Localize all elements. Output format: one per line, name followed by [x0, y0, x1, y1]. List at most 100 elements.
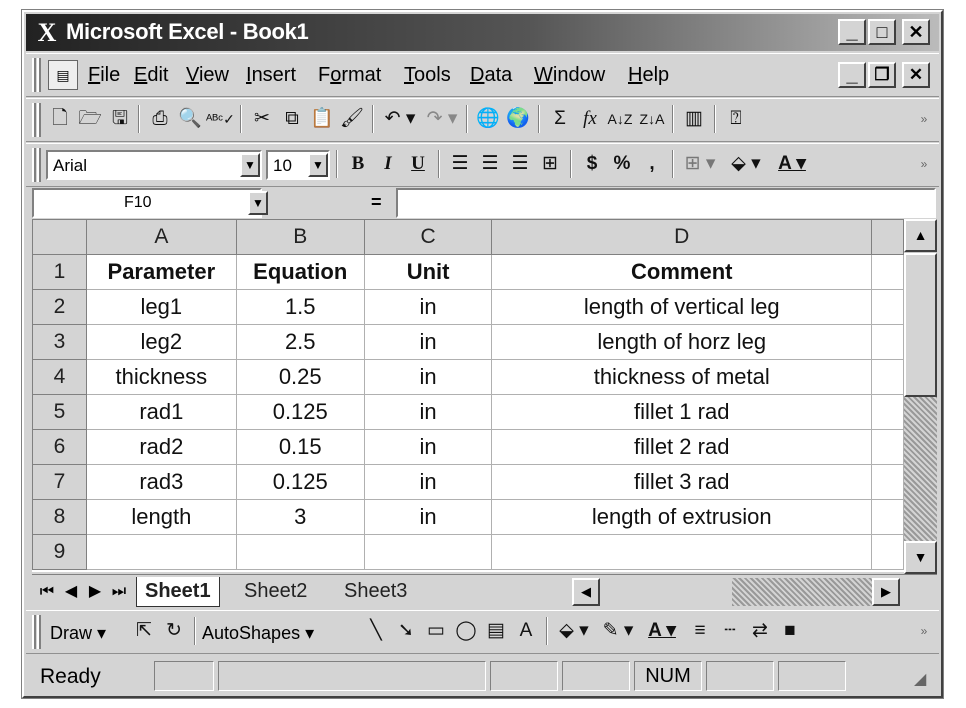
font-name-select[interactable]: Arial	[46, 150, 262, 180]
font-color-icon[interactable]: A ▾	[642, 618, 682, 644]
column-header-b[interactable]: B	[235, 219, 365, 255]
cell-a1[interactable]: Parameter	[85, 254, 237, 290]
dash-style-icon[interactable]: ┄	[716, 618, 744, 644]
cell-d2[interactable]: length of vertical leg	[491, 289, 873, 325]
cell-c3[interactable]: in	[363, 324, 493, 360]
currency-button[interactable]: $	[578, 151, 606, 177]
cell-b3[interactable]: 2.5	[235, 324, 365, 360]
cell-d3[interactable]: length of horz leg	[491, 324, 873, 360]
wordart-icon[interactable]: A	[512, 618, 540, 644]
chart-wizard-icon[interactable]: ▥	[680, 106, 708, 132]
cell-c1[interactable]: Unit	[363, 254, 493, 290]
fill-color-icon[interactable]: ⬙ ▾	[726, 151, 766, 177]
next-sheet-icon[interactable]: ▶	[84, 579, 106, 605]
title-bar[interactable]: X Microsoft Excel - Book1 _ □ ✕	[26, 14, 939, 51]
cell-a9[interactable]	[85, 534, 237, 570]
size-dropdown-arrow[interactable]: ▼	[308, 153, 328, 177]
menu-format[interactable]: Format	[318, 64, 381, 87]
document-icon[interactable]: ▤	[48, 60, 78, 90]
borders-icon[interactable]: ⊞ ▾	[680, 151, 720, 177]
cell-c2[interactable]: in	[363, 289, 493, 325]
toolbar-grip[interactable]	[32, 615, 36, 649]
print-icon[interactable]: ⎙	[146, 106, 174, 132]
rectangle-icon[interactable]: ▭	[422, 618, 450, 644]
font-color-icon[interactable]: A ▾	[772, 151, 812, 177]
resize-grip-icon[interactable]: ◢	[914, 669, 926, 689]
scroll-up-button[interactable]: ▲	[904, 219, 937, 252]
row-header[interactable]: 7	[32, 464, 87, 500]
cell-c7[interactable]: in	[363, 464, 493, 500]
cell-c6[interactable]: in	[363, 429, 493, 465]
select-objects-icon[interactable]: ⇱	[130, 618, 158, 644]
merge-center-icon[interactable]: ⊞	[536, 151, 564, 177]
cell-a2[interactable]: leg1	[85, 289, 237, 325]
cell-a7[interactable]: rad3	[85, 464, 237, 500]
menu-edit[interactable]: Edit	[134, 64, 168, 87]
maximize-button[interactable]: □	[868, 19, 896, 45]
fill-color-icon[interactable]: ⬙ ▾	[554, 618, 594, 644]
vertical-scrollbar[interactable]: ▲ ▼	[904, 219, 937, 574]
menu-window[interactable]: Window	[534, 64, 605, 87]
cell-e4[interactable]	[871, 359, 904, 395]
close-button[interactable]: ✕	[902, 19, 930, 45]
doc-minimize-button[interactable]: _	[838, 62, 866, 88]
row-header[interactable]: 8	[32, 499, 87, 535]
spelling-icon[interactable]: ᴬᴮᶜ✓	[206, 106, 235, 132]
bold-button[interactable]: B	[344, 151, 372, 177]
cell-e7[interactable]	[871, 464, 904, 500]
cell-b2[interactable]: 1.5	[235, 289, 365, 325]
name-box-dropdown-arrow[interactable]: ▼	[248, 191, 268, 215]
sheet-tab-3[interactable]: Sheet3	[336, 577, 415, 607]
spreadsheet-grid[interactable]: A B C D 1 Parameter Equation Unit Comment 2 le…	[32, 219, 904, 572]
free-rotate-icon[interactable]: ↻	[160, 618, 188, 644]
align-left-icon[interactable]: ☰	[446, 151, 474, 177]
hscroll-thumb[interactable]	[600, 578, 732, 606]
cell-a4[interactable]: thickness	[85, 359, 237, 395]
prev-sheet-icon[interactable]: ◀	[60, 579, 82, 605]
column-header-d[interactable]: D	[491, 219, 873, 255]
doc-close-button[interactable]: ✕	[902, 62, 930, 88]
align-right-icon[interactable]: ☰	[506, 151, 534, 177]
cell-e3[interactable]	[871, 324, 904, 360]
italic-button[interactable]: I	[374, 151, 402, 177]
hscroll-right-button[interactable]: ▶	[872, 578, 900, 606]
underline-button[interactable]: U	[404, 151, 432, 177]
first-sheet-icon[interactable]: ⏮	[36, 579, 58, 605]
cell-d7[interactable]: fillet 3 rad	[491, 464, 873, 500]
sheet-tab-1[interactable]: Sheet1	[136, 577, 220, 607]
shadow-icon[interactable]: ■	[776, 618, 804, 644]
row-header[interactable]: 1	[32, 254, 87, 290]
row-header[interactable]: 4	[32, 359, 87, 395]
sort-descending-icon[interactable]: Z↓A	[638, 106, 666, 132]
select-all-corner[interactable]	[32, 219, 87, 255]
toolbar-overflow-icon[interactable]: »	[910, 106, 938, 132]
cell-e5[interactable]	[871, 394, 904, 430]
toolbar-grip[interactable]	[32, 148, 36, 182]
toolbar-overflow-icon[interactable]: »	[910, 618, 938, 644]
scroll-track[interactable]	[904, 397, 937, 541]
hscroll-left-button[interactable]: ◀	[572, 578, 600, 606]
menu-tools[interactable]: Tools	[404, 64, 451, 87]
menu-view[interactable]: View	[186, 64, 229, 87]
formula-equals-icon[interactable]: =	[371, 192, 382, 213]
row-header[interactable]: 5	[32, 394, 87, 430]
autosum-icon[interactable]: Σ	[546, 106, 574, 132]
cell-a8[interactable]: length	[85, 499, 237, 535]
scroll-down-button[interactable]: ▼	[904, 541, 937, 574]
oval-icon[interactable]: ◯	[452, 618, 480, 644]
autoshapes-menu-button[interactable]: AutoShapes ▾	[202, 623, 314, 644]
cell-d6[interactable]: fillet 2 rad	[491, 429, 873, 465]
menu-file[interactable]: File	[88, 64, 120, 87]
cell-c5[interactable]: in	[363, 394, 493, 430]
cell-b7[interactable]: 0.125	[235, 464, 365, 500]
print-preview-icon[interactable]: 🔍	[176, 106, 204, 132]
line-color-icon[interactable]: ✎ ▾	[598, 618, 638, 644]
formula-input[interactable]	[396, 188, 936, 218]
cell-d5[interactable]: fillet 1 rad	[491, 394, 873, 430]
insert-hyperlink-icon[interactable]: 🌐	[474, 106, 502, 132]
undo-icon[interactable]: ↶ ▾	[380, 106, 420, 132]
cell-e8[interactable]	[871, 499, 904, 535]
cell-d4[interactable]: thickness of metal	[491, 359, 873, 395]
cell-e1[interactable]	[871, 254, 904, 290]
redo-icon[interactable]: ↷ ▾	[422, 106, 462, 132]
